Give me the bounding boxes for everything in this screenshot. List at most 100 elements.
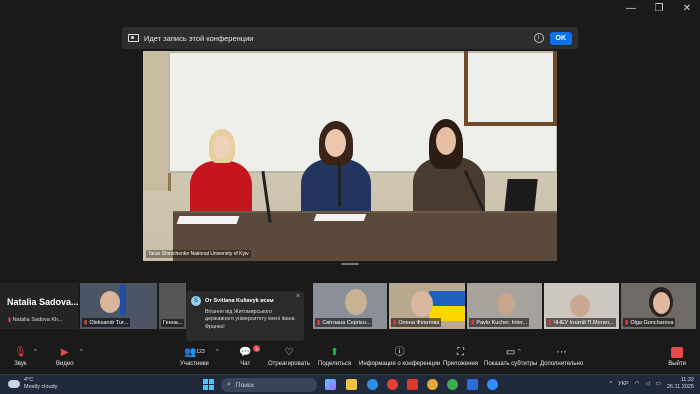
mic-muted-icon: ▮ bbox=[393, 320, 397, 326]
search-icon: ⌕ bbox=[227, 381, 231, 388]
captions-button[interactable]: ▭ Показать субтитры ^ bbox=[484, 347, 537, 367]
recording-banner: Идет запись этой конференции i OK bbox=[122, 27, 578, 49]
exit-label: Выйти bbox=[668, 361, 686, 367]
chat-button[interactable]: 💬 1 Чат ^ bbox=[239, 345, 260, 367]
copilot-icon[interactable] bbox=[325, 379, 336, 390]
main-video[interactable]: Taras Shevchenko National University of … bbox=[143, 51, 557, 261]
chevron-up-icon[interactable]: ^ bbox=[518, 349, 521, 355]
participant-name: ▮ ЧНЕУ Ігнатій П.Могил... bbox=[546, 318, 616, 327]
captions-label: Показать субтитры bbox=[484, 361, 538, 367]
apps-button[interactable]: ⛶ Приложения bbox=[443, 347, 478, 367]
language-indicator[interactable]: УКР bbox=[618, 381, 628, 387]
captions-icon: ▭ bbox=[505, 347, 516, 358]
audio-button[interactable]: 🎙 Звук ^ bbox=[14, 347, 37, 367]
speaker-2-face bbox=[325, 129, 346, 157]
participant-name: ▮ Олена Філатова bbox=[391, 318, 442, 327]
chevron-up-icon[interactable]: ^ bbox=[80, 349, 83, 355]
zoom-icon[interactable] bbox=[487, 379, 498, 390]
speaker-1-face bbox=[213, 135, 231, 159]
exit-icon bbox=[671, 347, 684, 358]
participant-face bbox=[100, 291, 120, 313]
audio-label: Звук bbox=[14, 361, 27, 367]
resize-handle[interactable] bbox=[341, 263, 359, 265]
video-button[interactable]: ▶ Видео ^ bbox=[56, 347, 83, 367]
meeting-info-button[interactable]: ⓘ Информация о конференции bbox=[359, 347, 440, 367]
chevron-up-icon[interactable]: ^ bbox=[610, 381, 613, 387]
participant-tile[interactable]: Генна... bbox=[159, 283, 186, 329]
chrome-profile-icon[interactable] bbox=[447, 379, 458, 390]
close-notification-button[interactable]: × bbox=[296, 293, 300, 300]
mic-muted-icon: ▮ bbox=[471, 320, 475, 326]
participant-tile[interactable]: ▮ Oleksandr Tur... bbox=[80, 283, 157, 329]
self-name: Natalia Sadova... bbox=[7, 297, 79, 307]
participant-tile[interactable]: ▮ ЧНЕУ Ігнатій П.Могил... bbox=[544, 283, 619, 329]
video-paper bbox=[176, 216, 240, 224]
participant-tile[interactable]: ▮ Олена Філатова bbox=[389, 283, 465, 329]
windows-taskbar: 4°C Mostly cloudy ⌕ Поиск ^ УКР ◠ ◁ ▭ 11:… bbox=[0, 374, 700, 394]
minimize-button[interactable]: — bbox=[624, 3, 638, 14]
participant-tile[interactable]: ▮ Pavlo Kucher. Inter... bbox=[467, 283, 542, 329]
participant-face bbox=[345, 289, 367, 315]
restore-button[interactable]: ❐ bbox=[652, 3, 666, 14]
share-button[interactable]: ⬆ Поделиться bbox=[318, 347, 351, 367]
close-window-button[interactable]: ✕ bbox=[680, 3, 694, 14]
heart-icon: ♡ bbox=[284, 347, 294, 358]
self-label: ▮ Natalia Sadova Kh... bbox=[8, 317, 63, 323]
mic-muted-icon: ▮ bbox=[8, 317, 12, 323]
apps-icon: ⛶ bbox=[457, 347, 465, 358]
chat-notification[interactable]: S От Svitlana Kuliavyk всем × Вітання ві… bbox=[186, 291, 304, 341]
edge-icon[interactable] bbox=[367, 379, 378, 390]
chrome-icon[interactable] bbox=[387, 379, 398, 390]
file-explorer-icon[interactable] bbox=[346, 379, 357, 390]
chevron-up-icon[interactable]: ^ bbox=[257, 349, 260, 355]
participants-label: Участники bbox=[180, 361, 209, 367]
video-label: Видео bbox=[56, 361, 74, 367]
more-button[interactable]: ⋯ Дополнительно bbox=[540, 347, 583, 367]
mic-muted-icon: 🎙 bbox=[14, 347, 27, 358]
chevron-up-icon[interactable]: ^ bbox=[216, 349, 219, 355]
participant-flag bbox=[120, 285, 126, 315]
taskbar-search[interactable]: ⌕ Поиск bbox=[221, 378, 317, 392]
participant-tile[interactable]: ▮ Світлана Сергієн... bbox=[313, 283, 387, 329]
meeting-info-label: Информация о конференции bbox=[359, 361, 441, 367]
participant-name: ▮ Pavlo Kucher. Inter... bbox=[469, 318, 530, 327]
video-microphone bbox=[338, 163, 341, 207]
weather-widget[interactable]: 4°C Mostly cloudy bbox=[8, 377, 57, 391]
chat-label: Чат bbox=[240, 361, 251, 367]
mic-muted-icon: ▮ bbox=[548, 320, 552, 326]
apps-label: Приложения bbox=[443, 361, 479, 367]
video-picture-frame bbox=[464, 51, 557, 126]
chevron-up-icon[interactable]: ^ bbox=[34, 349, 37, 355]
chrome-profile-icon[interactable] bbox=[427, 379, 438, 390]
participants-button[interactable]: 👥123 Участники ^ bbox=[180, 347, 219, 367]
wifi-icon[interactable]: ◠ bbox=[635, 381, 640, 387]
self-view-card[interactable]: Natalia Sadova... ▮ Natalia Sadova Kh... bbox=[0, 283, 79, 329]
participant-name: ▮ Світлана Сергієн... bbox=[315, 318, 373, 327]
participant-tile[interactable]: ▮ Olga Goncharova bbox=[621, 283, 696, 329]
wps-icon[interactable] bbox=[407, 379, 418, 390]
battery-icon[interactable]: ▭ bbox=[656, 381, 661, 387]
chat-sender: От Svitlana Kuliavyk всем bbox=[205, 298, 274, 304]
app-icon[interactable] bbox=[467, 379, 478, 390]
participant-name: ▮ Oleksandr Tur... bbox=[82, 318, 131, 327]
participant-face bbox=[411, 291, 433, 317]
participant-flag bbox=[429, 291, 465, 306]
meeting-toolbar: 🎙 Звук ^ ▶ Видео ^ 👥123 Участники ^ 💬 1 … bbox=[0, 342, 700, 374]
recording-ok-button[interactable]: OK bbox=[549, 31, 572, 45]
system-tray: ^ УКР ◠ ◁ ▭ 11:32 26.11.2025 bbox=[610, 377, 694, 391]
info-icon[interactable]: i bbox=[533, 33, 544, 43]
react-button[interactable]: ♡ Отреагировать bbox=[268, 347, 310, 367]
exit-button[interactable]: Выйти bbox=[668, 347, 686, 367]
start-button[interactable] bbox=[203, 379, 214, 390]
weather-text: 4°C Mostly cloudy bbox=[24, 377, 58, 390]
volume-icon[interactable]: ◁ bbox=[645, 381, 649, 387]
share-screen-icon: ⬆ bbox=[330, 347, 339, 358]
video-laptop bbox=[504, 179, 538, 211]
share-label: Поделиться bbox=[318, 361, 352, 367]
participant-name: ▮ Olga Goncharova bbox=[623, 318, 676, 327]
search-placeholder: Поиск bbox=[235, 381, 254, 389]
clock[interactable]: 11:32 26.11.2025 bbox=[667, 377, 694, 391]
chat-message: Вітання від Житомирського державного уні… bbox=[205, 309, 295, 330]
participant-face bbox=[497, 293, 515, 315]
recording-icon bbox=[128, 34, 139, 42]
